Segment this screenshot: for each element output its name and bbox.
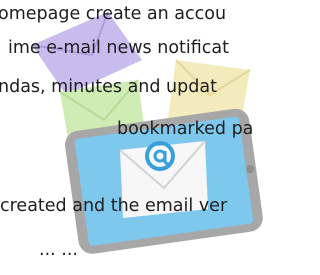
text-line-3: ndas, minutes and updat (0, 77, 217, 97)
text-line-2: ime e-mail news notificat (8, 38, 229, 58)
text-line-4: bookmarked pa (117, 119, 254, 139)
text-line-5: created and the email ver (0, 196, 228, 216)
text-line-1: omepage create an accou (0, 4, 227, 24)
text-line-6: ... ... (39, 240, 78, 260)
